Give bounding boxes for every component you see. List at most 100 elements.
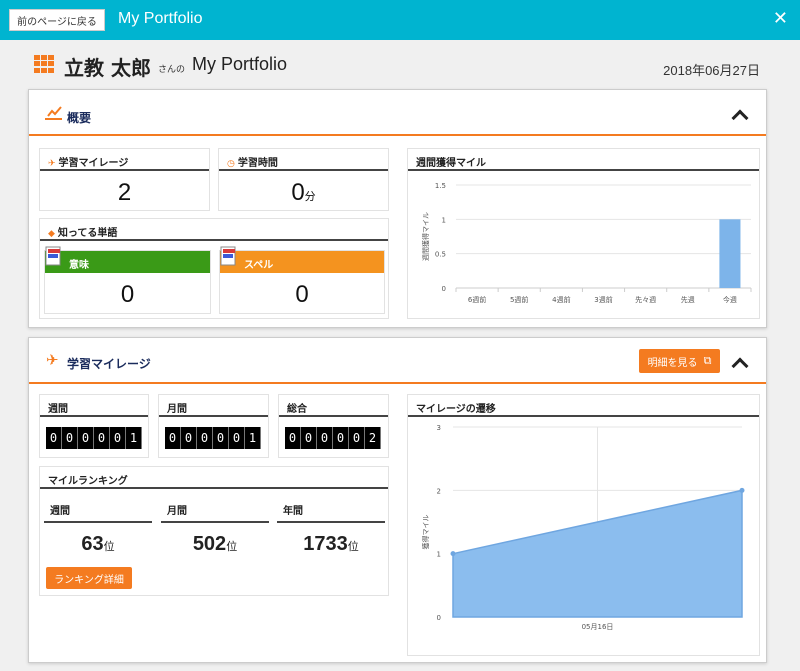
mileage-box-title: ✈ 学習マイレージ [40,149,209,171]
mileage-transition-chart: 0 1 2 3 05月16日 獲得マイル [421,424,745,631]
data-point [739,487,745,493]
spell-box: スペル 0 [219,246,385,314]
mileage-section-title: 学習マイレージ [67,357,151,371]
y-tick-label: 0.5 [435,251,446,259]
weekly-counter-box: 週間 000001 [39,394,149,458]
meaning-bar: 意味 [45,251,210,273]
weekly-rank-value: 63位 [81,533,115,555]
honorific: さんの [158,65,186,75]
x-tick-label: 先週 [681,295,695,304]
y-axis-label: 週間獲得マイル [421,212,430,261]
close-icon[interactable]: ✕ [773,8,788,29]
mileage-header: ✈ 学習マイレージ 明細を見る ⧉ [29,338,766,384]
x-tick-label: 5週前 [510,295,528,304]
current-date: 2018年06月27日 [663,63,760,78]
overview-panel: 概要 ✈ 学習マイレージ 2 ◷ 学習時間 0分 ◆ 知ってる単語 意味 0 スペル [28,89,767,328]
top-bar: 前のページに戻る My Portfolio ✕ [0,0,800,40]
weekly-rank-label: 週間 [44,502,152,523]
y-axis-label: 獲得マイル [421,515,430,550]
x-tick-label: 今週 [723,295,737,304]
user-name: 立教 太郎 [64,56,151,80]
overview-header: 概要 [29,90,766,136]
spell-bar: スペル [220,251,384,273]
counter-digit: 0 [78,427,94,449]
counter-digit: 0 [301,427,317,449]
book-icon [45,246,61,266]
monthly-counter-box: 月間 000001 [158,394,269,458]
monthly-mileage-counter: 000001 [165,427,261,449]
trend-chart-icon [45,106,62,120]
monthly-counter-title: 月間 [159,395,268,417]
yearly-rank-value: 1733位 [303,533,359,555]
meaning-box: 意味 0 [44,246,211,314]
counter-digit: 0 [94,427,110,449]
counter-digit: 1 [245,427,261,449]
known-words-title: ◆ 知ってる単語 [40,219,388,241]
yearly-rank-label: 年間 [277,502,385,523]
book-icon [220,246,236,266]
weekly-counter-title: 週間 [40,395,148,417]
back-button[interactable]: 前のページに戻る [9,9,105,31]
counter-digit: 0 [181,427,197,449]
study-time-title: ◷ 学習時間 [219,149,388,171]
known-words-box: ◆ 知ってる単語 意味 0 スペル 0 [39,218,389,319]
x-tick-label: 6週前 [468,295,486,304]
weekly-rank: 週間 63位 [44,502,152,556]
meaning-value: 0 [120,281,135,308]
yearly-rank: 年間 1733位 [277,502,385,556]
airplane-icon: ✈ [46,351,59,369]
counter-digit: 0 [213,427,229,449]
monthly-rank-label: 月間 [161,502,269,523]
app-title: My Portfolio [118,10,203,27]
mileage-panel: ✈ 学習マイレージ 明細を見る ⧉ 週間 000001 月間 000001 総合 … [28,337,767,663]
y-tick-label: 0 [442,285,446,293]
y-tick-label: 1 [442,216,446,224]
collapse-chevron-icon[interactable] [731,109,749,127]
ranking-details-button[interactable]: ランキング詳細 [46,567,132,589]
bar [719,219,741,288]
x-tick-label: 先々週 [635,295,656,304]
total-counter-title: 総合 [279,395,388,417]
study-time-value: 0分 [291,179,316,206]
counter-digit: 0 [62,427,78,449]
x-tick-label: 4週前 [552,295,570,304]
counter-digit: 0 [229,427,245,449]
y-tick-label: 1.5 [435,182,446,190]
x-tick-label: 3週前 [594,295,612,304]
weekly-chart-box: 週間獲得マイル 0 0.5 1 1.5 6週前 5週前 4週前 3週前 先々週 先週 今週 週間獲得マ… [407,148,760,319]
airplane-icon: ✈ [48,159,56,169]
monthly-rank-value: 502位 [192,533,238,555]
transition-chart-box: マイレージの遷移 0 1 2 3 05月16日 獲得マイル [407,394,760,656]
mile-ranking-title: マイルランキング [40,467,388,489]
transition-chart-title: マイレージの遷移 [408,395,759,417]
study-time-box: ◷ 学習時間 0分 [218,148,389,211]
monthly-rank: 月間 502位 [161,502,269,556]
collapse-chevron-icon[interactable] [731,357,749,375]
spell-value: 0 [295,281,309,308]
mile-ranking-box: マイルランキング 週間 63位 月間 502位 年間 1733位 ランキング詳細 [39,466,389,596]
counter-digit: 0 [349,427,365,449]
data-point [450,551,456,557]
mileage-box: ✈ 学習マイレージ 2 [39,148,210,211]
y-tick-label: 3 [437,424,441,432]
y-tick-label: 2 [437,487,441,495]
tag-icon: ◆ [48,229,55,239]
overview-title: 概要 [67,111,92,125]
counter-digit: 0 [317,427,333,449]
view-details-button[interactable]: 明細を見る ⧉ [639,349,720,373]
weekly-mileage-counter: 000001 [46,427,142,449]
counter-digit: 0 [197,427,213,449]
counter-digit: 0 [110,427,126,449]
external-link-icon: ⧉ [703,354,712,367]
clock-icon: ◷ [227,159,235,169]
y-tick-label: 1 [437,551,441,559]
weekly-miles-chart: 0 0.5 1 1.5 6週前 5週前 4週前 3週前 先々週 先週 今週 週間獲得マイル [421,182,752,304]
x-tick-label: 05月16日 [582,623,614,631]
weekly-chart-title: 週間獲得マイル [408,149,759,171]
counter-digit: 2 [365,427,381,449]
total-mileage-counter: 000002 [285,427,381,449]
counter-digit: 0 [46,427,62,449]
counter-digit: 1 [126,427,142,449]
y-tick-label: 0 [437,614,441,622]
page-title: My Portfolio [192,54,288,74]
